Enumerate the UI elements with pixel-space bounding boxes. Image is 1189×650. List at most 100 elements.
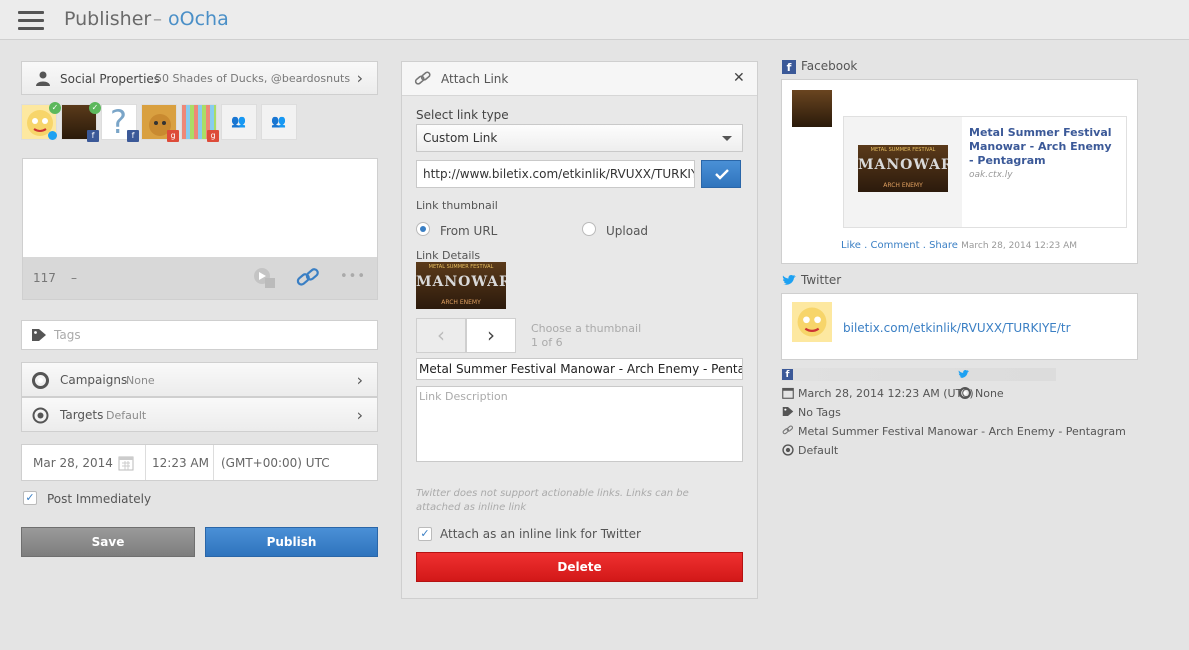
save-button[interactable]: Save xyxy=(21,527,195,557)
avatar-profile-1[interactable]: ✓ xyxy=(21,102,61,140)
link-icon xyxy=(414,71,431,85)
chevron-right-icon: › xyxy=(356,68,363,88)
attach-link-title: Attach Link xyxy=(441,72,509,86)
google-plus-badge-icon: g xyxy=(207,130,219,142)
avatar-profile-3[interactable]: ? f xyxy=(101,103,139,142)
campaigns-value: None xyxy=(126,374,155,387)
twitter-link-text[interactable]: biletix.com/etkinlik/RVUXX/TURKIYE/tr xyxy=(843,321,1071,335)
thumbnail-top-text: METAL SUMMER FESTIVAL xyxy=(870,147,936,153)
chevron-right-icon: › xyxy=(356,405,363,424)
tag-icon xyxy=(32,329,46,341)
question-mark-icon: ? xyxy=(110,103,127,141)
summary-tags: No Tags xyxy=(798,406,841,419)
upload-label: Upload xyxy=(606,224,649,238)
avatar-profile-2[interactable]: ✓ f xyxy=(61,102,101,142)
thumbnail-sub-text: ARCH ENEMY xyxy=(441,299,481,306)
facebook-preview: METAL SUMMER FESTIVAL MANOWAR ARCH ENEMY… xyxy=(781,79,1138,264)
twitter-preview-label: Twitter xyxy=(801,273,842,287)
targets-label: Targets xyxy=(60,408,104,422)
social-properties-label: Social Properties xyxy=(60,72,161,86)
thumbnail-next-button[interactable]: › xyxy=(466,318,516,353)
from-url-radio[interactable] xyxy=(416,222,430,236)
facebook-link-title[interactable]: Metal Summer Festival Manowar - Arch Ene… xyxy=(969,126,1119,168)
link-icon xyxy=(782,425,794,435)
inline-twitter-checkbox[interactable]: ✓ xyxy=(418,527,432,541)
selected-check-icon: ✓ xyxy=(89,102,101,114)
inline-twitter-label: Attach as an inline link for Twitter xyxy=(440,527,641,541)
thumbnail-main-text: MANOWAR xyxy=(416,274,506,290)
tags-input[interactable]: Tags xyxy=(21,320,378,350)
link-description-input[interactable]: Link Description xyxy=(416,386,743,462)
attach-link-header: Attach Link ✕ xyxy=(402,62,757,96)
summary-target: Default xyxy=(798,444,839,457)
post-immediately-label: Post Immediately xyxy=(47,492,152,506)
character-count-dash: – xyxy=(71,271,77,285)
upload-radio[interactable] xyxy=(582,222,596,236)
close-icon[interactable]: ✕ xyxy=(733,70,745,86)
facebook-like-link[interactable]: Like xyxy=(841,240,861,251)
target-icon xyxy=(32,407,49,424)
group-icon: 👥 xyxy=(271,114,286,128)
hamburger-menu-icon[interactable] xyxy=(18,11,44,30)
facebook-link-card[interactable]: METAL SUMMER FESTIVAL MANOWAR ARCH ENEMY… xyxy=(843,116,1127,228)
facebook-icon: f xyxy=(782,369,793,380)
thumbnail-main-text: MANOWAR xyxy=(858,157,948,173)
facebook-share-link[interactable]: Share xyxy=(929,240,958,251)
twitter-note: Twitter does not support actionable link… xyxy=(416,488,689,513)
social-properties-selector[interactable]: Social Properties 50 Shades of Ducks, @b… xyxy=(21,61,378,95)
cartoon-face-icon xyxy=(797,307,827,337)
thumbnail-count: 1 of 6 xyxy=(531,336,563,349)
confirm-url-button[interactable] xyxy=(701,160,741,188)
calendar-icon[interactable] xyxy=(118,455,134,471)
tag-icon xyxy=(782,407,794,416)
delete-button[interactable]: Delete xyxy=(416,552,743,582)
avatar-profile-7[interactable]: 👥 xyxy=(261,104,297,140)
thumbnail-sub-text: ARCH ENEMY xyxy=(883,182,923,189)
post-immediately-checkbox[interactable]: ✓ xyxy=(23,491,37,505)
account-name[interactable]: oOcha xyxy=(168,8,229,30)
media-attach-icon[interactable] xyxy=(253,267,277,289)
facebook-link-domain: oak.ctx.ly xyxy=(969,170,1013,180)
facebook-badge-icon: f xyxy=(127,130,139,142)
twitter-badge-icon xyxy=(48,131,57,140)
group-icon: 👥 xyxy=(231,114,246,128)
schedule-timezone[interactable]: (GMT+00:00) UTC xyxy=(221,456,330,470)
thumbnail-prev-button[interactable]: ‹ xyxy=(416,318,466,353)
google-plus-badge-icon: g xyxy=(167,130,179,142)
message-composer[interactable] xyxy=(22,158,378,258)
more-options-icon[interactable]: ••• xyxy=(340,269,366,284)
link-url-input[interactable]: http://www.biletix.com/etkinlik/RVUXX/TU… xyxy=(416,160,695,188)
tags-placeholder: Tags xyxy=(54,328,81,342)
schedule-row: Mar 28, 2014 12:23 AM (GMT+00:00) UTC xyxy=(21,444,378,481)
campaign-lifebuoy-icon xyxy=(959,387,971,399)
thumbnail-top-text: METAL SUMMER FESTIVAL xyxy=(428,264,494,270)
schedule-time[interactable]: 12:23 AM xyxy=(152,456,209,470)
avatar-profile-6[interactable]: 👥 xyxy=(221,104,257,140)
chevron-right-icon: › xyxy=(487,323,495,347)
link-thumbnail-image: METAL SUMMER FESTIVAL MANOWAR ARCH ENEMY xyxy=(416,262,506,309)
link-title-value: Metal Summer Festival Manowar - Arch Ene… xyxy=(419,362,743,376)
chevron-right-icon: › xyxy=(356,370,363,389)
summary-campaign: None xyxy=(975,387,1004,400)
link-details-label: Link Details xyxy=(416,249,481,262)
facebook-comment-link[interactable]: Comment xyxy=(871,240,920,251)
schedule-date[interactable]: Mar 28, 2014 xyxy=(33,456,113,470)
link-description-placeholder: Link Description xyxy=(419,390,508,403)
campaigns-label: Campaigns xyxy=(60,373,128,387)
summary-link: Metal Summer Festival Manowar - Arch Ene… xyxy=(798,425,1126,438)
facebook-card-thumbnail: METAL SUMMER FESTIVAL MANOWAR ARCH ENEMY xyxy=(858,145,948,192)
caret-down-icon xyxy=(722,136,732,141)
divider xyxy=(145,445,146,480)
target-icon xyxy=(782,444,794,456)
avatar-profile-5[interactable]: g xyxy=(181,104,219,142)
link-type-dropdown[interactable]: Custom Link xyxy=(416,124,743,152)
avatar-profile-4[interactable]: g xyxy=(141,104,179,142)
link-icon[interactable] xyxy=(295,266,321,290)
twitter-bird-icon xyxy=(958,370,970,378)
targets-selector[interactable]: Targets Default › xyxy=(21,397,378,432)
publish-button[interactable]: Publish xyxy=(205,527,378,557)
user-icon xyxy=(36,71,50,86)
summary-schedule: March 28, 2014 12:23 AM (UTC) xyxy=(798,387,974,400)
link-title-input[interactable]: Metal Summer Festival Manowar - Arch Ene… xyxy=(416,358,743,380)
campaigns-selector[interactable]: Campaigns None › xyxy=(21,362,378,397)
